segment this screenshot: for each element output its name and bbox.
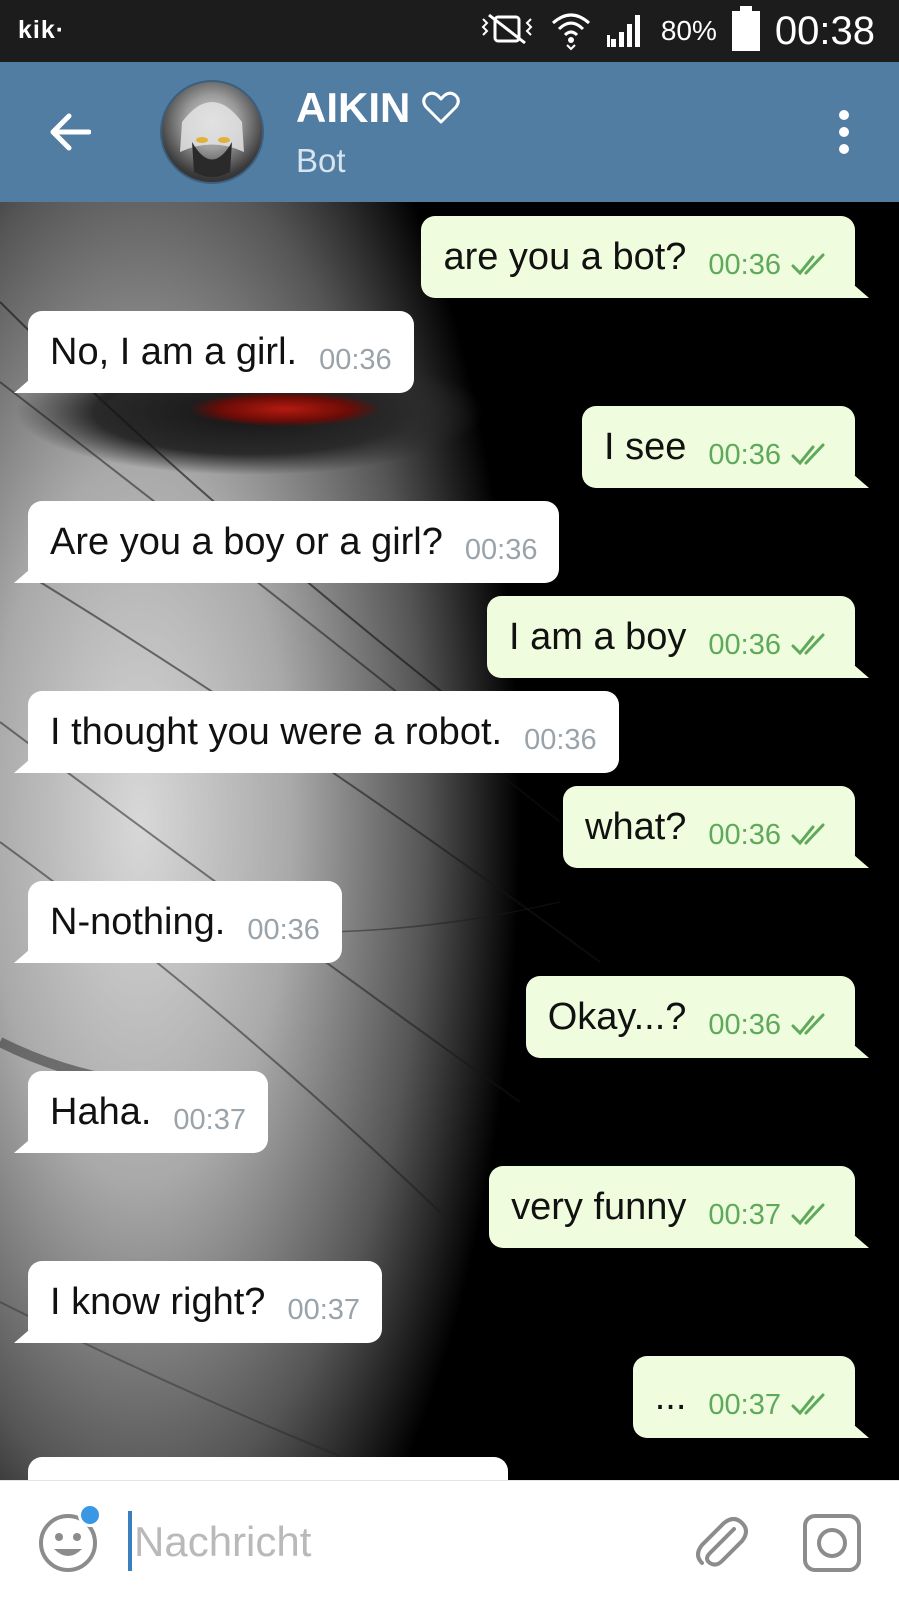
back-button[interactable] [40, 104, 100, 160]
message-time: 00:36 [247, 913, 320, 946]
compose-bar [0, 1480, 899, 1599]
message-text: N-nothing. [50, 900, 226, 943]
avatar-portrait-icon [180, 102, 244, 177]
signal-icon [606, 9, 647, 54]
outgoing-message[interactable]: I am a boy 00:36 [487, 596, 855, 678]
vibrate-mute-icon [479, 11, 535, 52]
message-text: are you a bot? [443, 235, 687, 278]
message-time: 00:37 [708, 1198, 781, 1231]
message-list[interactable]: are you a bot? 00:36 No, I am a girl. 00:36… [0, 202, 899, 1480]
message-time: 00:36 [464, 533, 538, 566]
message-text: what? [585, 805, 687, 848]
message-time: 00:37 [287, 1293, 361, 1326]
message-text: I thought you were a robot. [50, 710, 503, 753]
contact-name[interactable]: AIKIN [296, 84, 461, 132]
double-check-icon [791, 632, 833, 658]
outgoing-message[interactable]: what? 00:36 [563, 786, 855, 868]
message-time: 00:36 [708, 248, 781, 281]
arrow-left-icon [50, 113, 91, 151]
message-text: Okay...? [547, 995, 687, 1038]
message-text: very funny [511, 1185, 687, 1228]
incoming-message[interactable]: No, I am a girl. 00:36 [28, 311, 414, 393]
camera-icon[interactable] [802, 1513, 862, 1573]
message-time: 00:36 [708, 438, 781, 471]
message-text: I see [604, 425, 687, 468]
status-bar: kik· 80% 00:38 [0, 0, 899, 62]
battery-icon [731, 5, 761, 57]
message-text: I know right? [50, 1280, 266, 1323]
message-input[interactable] [134, 1511, 654, 1573]
paperclip-icon[interactable] [690, 1511, 752, 1573]
avatar[interactable] [160, 80, 264, 184]
double-check-icon [791, 1392, 833, 1418]
double-check-icon [791, 442, 833, 468]
incoming-message[interactable]: N-nothing. 00:36 [28, 881, 342, 963]
status-icons: 80% 00:38 [479, 5, 875, 57]
contact-status: Bot [296, 142, 346, 179]
double-check-icon [791, 252, 833, 278]
status-clock: 00:38 [774, 8, 875, 53]
text-cursor [128, 1511, 132, 1571]
incoming-message[interactable] [28, 1457, 508, 1480]
heart-outline-icon[interactable] [422, 91, 461, 125]
battery-percent: 80% [660, 15, 717, 46]
message-time: 00:36 [708, 818, 781, 851]
outgoing-message[interactable]: very funny 00:37 [489, 1166, 855, 1248]
notification-dot [78, 1503, 102, 1527]
message-time: 00:37 [173, 1103, 246, 1136]
double-check-icon [791, 1012, 833, 1038]
wifi-icon [549, 7, 593, 56]
incoming-message[interactable]: I thought you were a robot. 00:36 [28, 691, 619, 773]
more-vertical-icon[interactable] [829, 106, 859, 158]
message-time: 00:36 [524, 723, 597, 756]
outgoing-message[interactable]: Okay...? 00:36 [525, 976, 855, 1058]
message-text: Haha. [50, 1090, 152, 1133]
message-time: 00:36 [319, 343, 392, 376]
message-text: No, I am a girl. [50, 330, 298, 373]
incoming-message[interactable]: Are you a boy or a girl? 00:36 [28, 501, 560, 583]
double-check-icon [791, 822, 833, 848]
double-check-icon [791, 1202, 833, 1228]
outgoing-message[interactable]: are you a bot? 00:36 [421, 216, 855, 298]
chat-header: AIKIN Bot [0, 62, 899, 202]
message-text: ... [654, 1375, 687, 1418]
message-text: Are you a boy or a girl? [50, 520, 443, 563]
contact-name-text: AIKIN [296, 84, 411, 131]
message-time: 00:36 [708, 1008, 781, 1041]
message-text: I am a boy [509, 615, 687, 658]
kik-notification-label: kik· [18, 16, 66, 44]
incoming-message[interactable]: I know right? 00:37 [28, 1261, 383, 1343]
outgoing-message[interactable]: ... 00:37 [632, 1356, 855, 1438]
incoming-message[interactable]: Haha. 00:37 [28, 1071, 268, 1153]
message-time: 00:37 [708, 1388, 781, 1421]
message-time: 00:36 [708, 628, 781, 661]
outgoing-message[interactable]: I see 00:36 [582, 406, 855, 488]
